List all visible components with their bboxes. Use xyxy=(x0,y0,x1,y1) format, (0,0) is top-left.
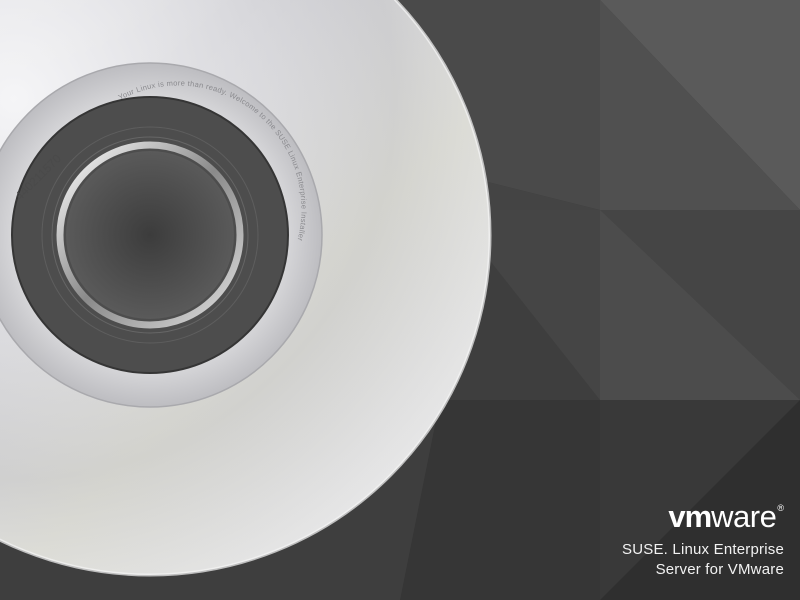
brand-block: vm ware ® SUSE. Linux Enterprise Server fo… xyxy=(622,501,784,580)
product-name-line1: SUSE. Linux Enterprise xyxy=(622,541,784,558)
vmware-logo: vm ware ® xyxy=(668,501,784,532)
logo-ware: ware xyxy=(711,499,777,534)
logo-vm: vm xyxy=(668,499,712,534)
splash-screen: Your Linux is more than ready. Welcome t… xyxy=(0,0,800,600)
logo-registered-mark: ® xyxy=(777,503,784,513)
spindle-hole xyxy=(66,151,234,319)
product-name-line2: Server for VMware xyxy=(655,561,784,578)
